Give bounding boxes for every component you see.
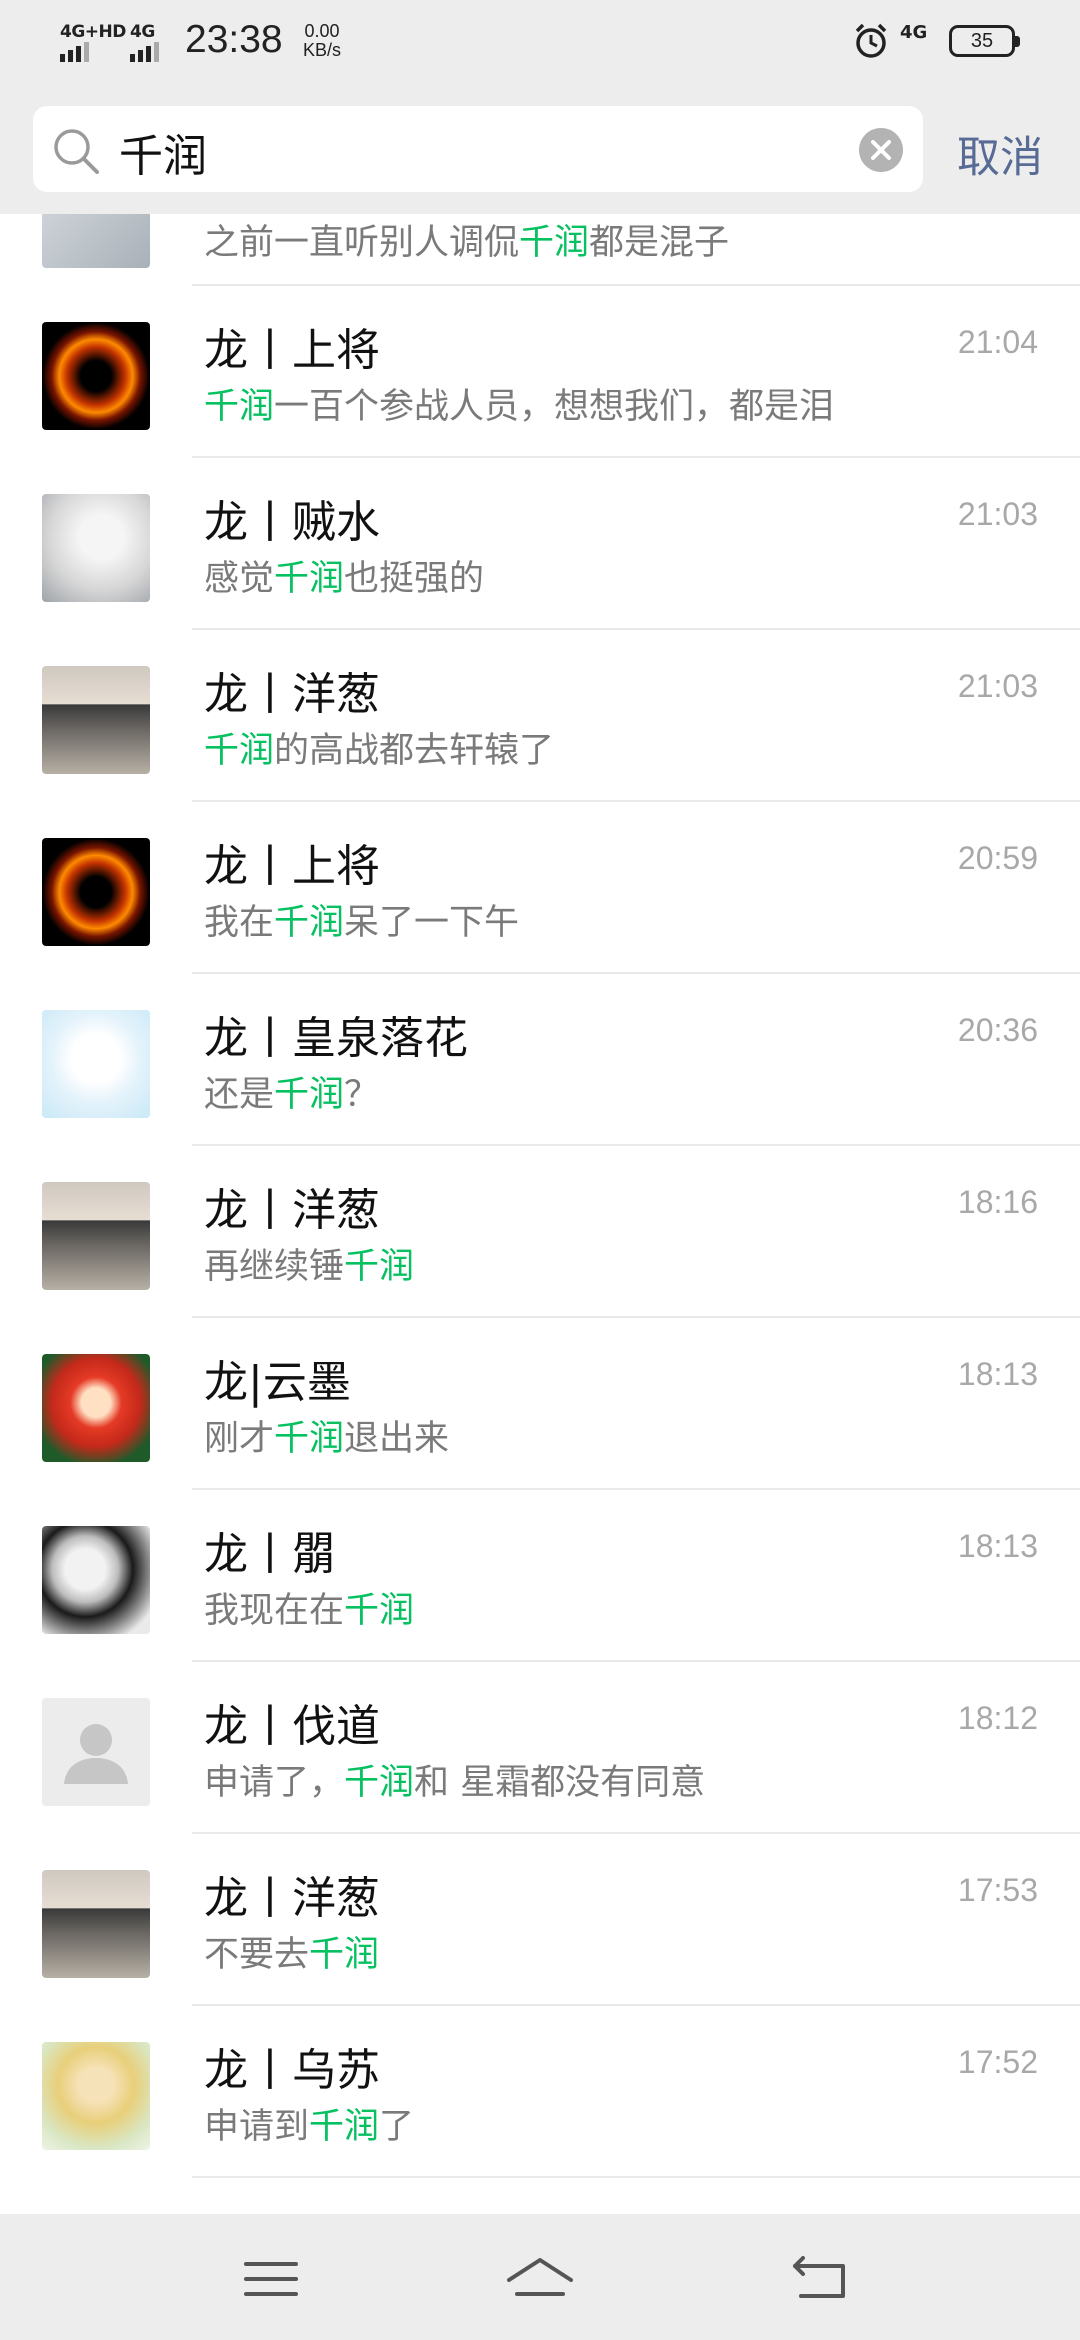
message-snippet: 千润的高战都去轩辕了 (204, 731, 555, 771)
message-snippet: 我在千润呆了一下午 (204, 903, 520, 943)
home-icon[interactable] (505, 2244, 575, 2314)
avatar (42, 214, 150, 268)
network-type-3: 4G (900, 22, 928, 43)
contact-name: 龙丨朤 (204, 1529, 336, 1580)
message-snippet: 不要去千润 (204, 1935, 380, 1975)
message-snippet: 刚才千润退出来 (204, 1419, 450, 1459)
list-item[interactable]: 龙丨洋葱 17:53 不要去千润 (0, 1834, 1080, 2006)
avatar (42, 494, 150, 602)
avatar (42, 322, 150, 430)
contact-name: 龙丨上将 (204, 325, 380, 376)
list-item[interactable]: 龙丨朤 18:13 我现在在千润 (0, 1490, 1080, 1662)
list-item[interactable]: 龙丨伐道 18:12 申请了，千润和 星霜都没有同意 (0, 1662, 1080, 1834)
cancel-button[interactable]: 取消 (957, 123, 1043, 185)
avatar (42, 1010, 150, 1118)
clear-icon[interactable] (859, 128, 903, 172)
avatar (42, 1526, 150, 1634)
avatar (42, 2042, 150, 2150)
timestamp: 21:03 (957, 496, 1038, 532)
search-header: 千润 取消 (0, 88, 1080, 214)
contact-name: 龙|云墨 (204, 1357, 351, 1408)
list-item[interactable]: 龙丨上将 20:59 我在千润呆了一下午 (0, 802, 1080, 974)
signal-icon (60, 42, 92, 62)
list-item[interactable]: 龙|云墨 18:13 刚才千润退出来 (0, 1318, 1080, 1490)
avatar (42, 1870, 150, 1978)
system-nav-bar (0, 2214, 1080, 2340)
menu-icon[interactable] (236, 2244, 306, 2314)
contact-name: 龙丨上将 (204, 841, 380, 892)
message-snippet: 感觉千润也挺强的 (204, 559, 485, 599)
message-snippet: 申请了，千润和 星霜都没有同意 (204, 1763, 706, 1803)
network-speed: 0.00 KB/s (303, 22, 341, 60)
battery-icon: 35 (949, 25, 1020, 57)
contact-name: 龙丨贼水 (204, 497, 380, 548)
contact-name: 龙丨洋葱 (204, 1185, 380, 1236)
network-type-1: 4G+HD (60, 22, 126, 42)
message-snippet: 还是千润？ (204, 1075, 380, 1115)
avatar (42, 1354, 150, 1462)
timestamp: 17:53 (957, 1872, 1038, 1908)
message-snippet: 之前一直听别人调侃千润都是混子 (204, 223, 730, 263)
timestamp: 18:12 (957, 1700, 1038, 1736)
list-item[interactable]: 龙丨洋葱 21:03 千润的高战都去轩辕了 (0, 630, 1080, 802)
search-query[interactable]: 千润 (119, 120, 207, 184)
search-icon (54, 129, 99, 174)
contact-name: 龙丨乌苏 (204, 2045, 380, 2096)
list-item[interactable]: 龙丨皇泉落花 20:36 还是千润？ (0, 974, 1080, 1146)
timestamp: 21:04 (957, 324, 1038, 360)
network-type-2: 4G (130, 22, 155, 42)
message-snippet: 千润一百个参战人员，想想我们，都是泪 (204, 387, 835, 427)
contact-name: 龙丨皇泉落花 (204, 1013, 468, 1064)
contact-name: 龙丨洋葱 (204, 1873, 380, 1924)
contact-name: 龙丨洋葱 (204, 669, 380, 720)
timestamp: 17:52 (957, 2044, 1038, 2080)
signal-icon-2 (130, 42, 162, 62)
avatar (42, 1698, 150, 1806)
timestamp: 18:13 (957, 1528, 1038, 1564)
avatar (42, 1182, 150, 1290)
timestamp: 18:16 (957, 1184, 1038, 1220)
search-input[interactable]: 千润 (33, 106, 923, 192)
speed-unit: KB/s (303, 40, 342, 60)
list-item[interactable]: 龙丨贼水 21:03 感觉千润也挺强的 (0, 458, 1080, 630)
list-item[interactable] (0, 2178, 1080, 2214)
default-avatar-icon (64, 1724, 128, 1784)
search-result-list: 之前一直听别人调侃千润都是混子 龙丨上将 21:04 千润一百个参战人员，想想我… (0, 214, 1080, 2214)
contact-name: 龙丨伐道 (204, 1701, 380, 1752)
list-item[interactable]: 龙丨乌苏 17:52 申请到千润了 (0, 2006, 1080, 2178)
timestamp: 20:36 (957, 1012, 1038, 1048)
speed-value: 0.00 (304, 21, 340, 41)
avatar (42, 838, 150, 946)
message-snippet: 再继续锤千润 (204, 1247, 415, 1287)
message-snippet: 申请到千润了 (204, 2107, 415, 2147)
status-bar: 4G+HD 4G 23:38 0.00 KB/s 4G 35 (0, 0, 1080, 88)
back-icon[interactable] (785, 2244, 855, 2314)
clock: 23:38 (185, 18, 283, 61)
message-snippet: 我现在在千润 (204, 1591, 415, 1631)
list-item[interactable]: 龙丨上将 21:04 千润一百个参战人员，想想我们，都是泪 (0, 286, 1080, 458)
timestamp: 21:03 (957, 668, 1038, 704)
list-item[interactable]: 之前一直听别人调侃千润都是混子 (0, 214, 1080, 286)
timestamp: 18:13 (957, 1356, 1038, 1392)
timestamp: 20:59 (957, 840, 1038, 876)
avatar (42, 666, 150, 774)
list-item[interactable]: 龙丨洋葱 18:16 再继续锤千润 (0, 1146, 1080, 1318)
alarm-icon (855, 23, 887, 58)
